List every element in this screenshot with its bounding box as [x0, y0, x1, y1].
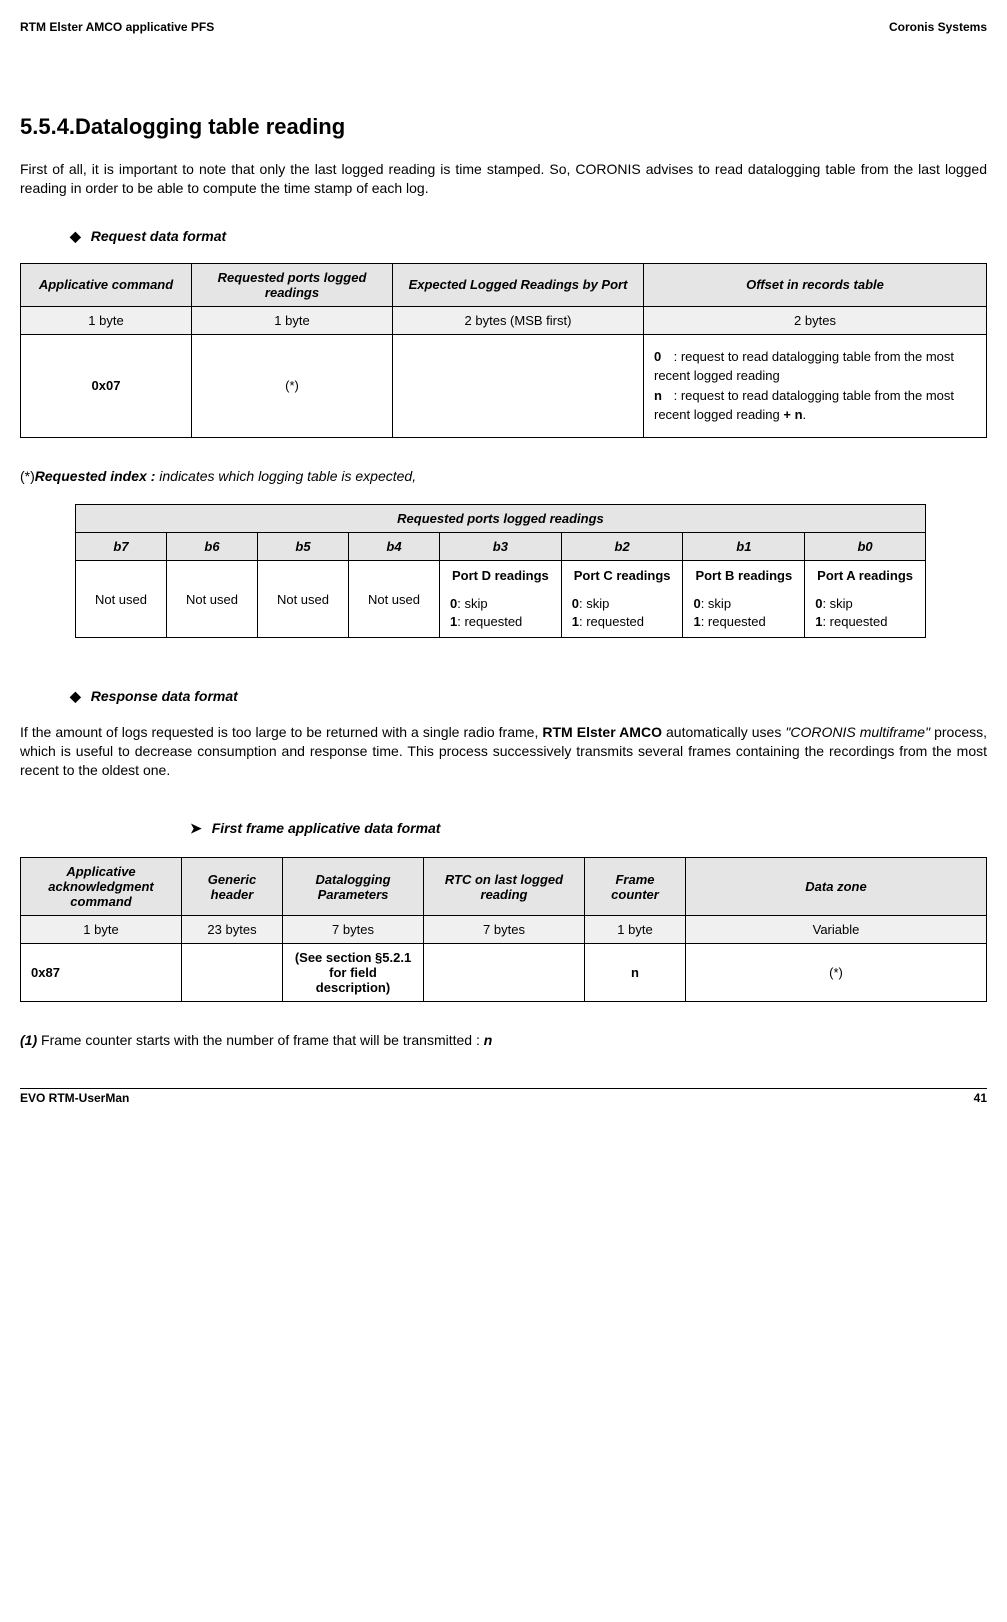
ri-label: Requested index : [35, 468, 156, 484]
footer-left: EVO RTM-UserMan [20, 1091, 129, 1105]
t2-pc-title: Port C readings [572, 567, 673, 585]
first-frame-table: Applicative acknowledgment command Gener… [20, 857, 987, 1002]
t3-s-5: Variable [686, 916, 987, 944]
t1-size-offset: 2 bytes [644, 306, 987, 334]
header-right: Coronis Systems [889, 20, 987, 34]
section-heading: 5.5.4.Datalogging table reading [20, 114, 987, 140]
t1-h-ports: Requested ports logged readings [192, 263, 393, 306]
t3-cmd: 0x87 [21, 944, 182, 1002]
t2-port-a: Port A readings 0: skip1: requested [805, 560, 926, 638]
t1-h-expected: Expected Logged Readings by Port [393, 263, 644, 306]
section-number: 5.5.4. [20, 114, 75, 139]
t2-b5: b5 [258, 532, 349, 560]
t3-s-0: 1 byte [21, 916, 182, 944]
t2-b6: b6 [167, 532, 258, 560]
requested-index-note: (*)Requested index : indicates which log… [20, 468, 987, 484]
t1-h-cmd: Applicative command [21, 263, 192, 306]
response-paragraph: If the amount of logs requested is too l… [20, 723, 987, 780]
rp-b: RTM Elster AMCO [542, 724, 662, 740]
t2-hi-1: Not used [167, 560, 258, 638]
response-format-heading: Response data format [70, 688, 987, 705]
t3-s-3: 7 bytes [424, 916, 585, 944]
t2-b1: b1 [683, 532, 805, 560]
t1-offset-d0: : request to read datalogging table from… [654, 349, 954, 384]
t1-expected [393, 334, 644, 437]
t3-params: (See section §5.2.1 for field descriptio… [283, 944, 424, 1002]
t1-offset-plusn: + n [783, 407, 802, 422]
t2-pd-title: Port D readings [450, 567, 551, 585]
t3-h-4: Frame counter [585, 858, 686, 916]
t3-h-5: Data zone [686, 858, 987, 916]
t3-s-2: 7 bytes [283, 916, 424, 944]
header-left: RTM Elster AMCO applicative PFS [20, 20, 214, 34]
page-footer: EVO RTM-UserMan 41 [20, 1088, 987, 1105]
t2-port-d: Port D readings 0: skip1: requested [440, 560, 562, 638]
t2-pa-title: Port A readings [815, 567, 915, 585]
ri-desc: indicates which logging table is expecte… [155, 468, 416, 484]
section-title: Datalogging table reading [75, 114, 345, 139]
t3-s-1: 23 bytes [182, 916, 283, 944]
first-frame-heading: First frame applicative data format [190, 820, 987, 837]
t2-b0: b0 [805, 532, 926, 560]
t2-b3: b3 [440, 532, 562, 560]
t1-ports: (*) [192, 334, 393, 437]
request-format-heading: Request data format [70, 228, 987, 245]
note-n: n [484, 1032, 493, 1048]
t3-h-0: Applicative acknowledgment command [21, 858, 182, 916]
intro-paragraph: First of all, it is important to note th… [20, 160, 987, 198]
rp-a: If the amount of logs requested is too l… [20, 724, 542, 740]
t3-fc: n [585, 944, 686, 1002]
t3-gen [182, 944, 283, 1002]
t3-h-3: RTC on last logged reading [424, 858, 585, 916]
frame-counter-note: (1) Frame counter starts with the number… [20, 1032, 987, 1048]
ri-star: (*) [20, 468, 35, 484]
t3-s-4: 1 byte [585, 916, 686, 944]
t2-hi-3: Not used [349, 560, 440, 638]
t2-pb-title: Port B readings [693, 567, 794, 585]
rp-c: automatically uses [662, 724, 785, 740]
t3-dz: (*) [686, 944, 987, 1002]
ports-bits-table: Requested ports logged readings b7 b6 b5… [75, 504, 926, 639]
t1-h-offset: Offset in records table [644, 263, 987, 306]
t3-rtc [424, 944, 585, 1002]
t1-offset-k0: 0 [654, 347, 670, 367]
t2-b7: b7 [76, 532, 167, 560]
request-table: Applicative command Requested ports logg… [20, 263, 987, 438]
t2-caption: Requested ports logged readings [76, 504, 926, 532]
t1-offset-d1end: . [803, 407, 807, 422]
t2-hi-2: Not used [258, 560, 349, 638]
t2-port-b: Port B readings 0: skip1: requested [683, 560, 805, 638]
t2-b2: b2 [561, 532, 683, 560]
t2-hi-0: Not used [76, 560, 167, 638]
t2-port-c: Port C readings 0: skip1: requested [561, 560, 683, 638]
page-header: RTM Elster AMCO applicative PFS Coronis … [20, 20, 987, 34]
t1-size-ports: 1 byte [192, 306, 393, 334]
t2-b4: b4 [349, 532, 440, 560]
t1-size-expected: 2 bytes (MSB first) [393, 306, 644, 334]
t1-cmd: 0x07 [21, 334, 192, 437]
t1-size-cmd: 1 byte [21, 306, 192, 334]
t1-offset: 0 : request to read datalogging table fr… [644, 334, 987, 437]
note-text: Frame counter starts with the number of … [37, 1032, 484, 1048]
t1-offset-k1: n [654, 386, 670, 406]
t3-h-1: Generic header [182, 858, 283, 916]
note-num: (1) [20, 1032, 37, 1048]
rp-d: "CORONIS multiframe" [785, 724, 930, 740]
footer-right: 41 [974, 1091, 987, 1105]
t3-h-2: Datalogging Parameters [283, 858, 424, 916]
